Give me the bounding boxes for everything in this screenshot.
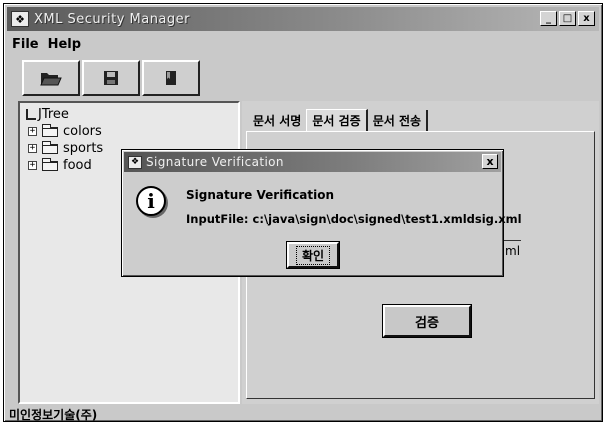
book-icon bbox=[166, 71, 176, 85]
tree-node-colors[interactable]: + colors bbox=[28, 123, 102, 139]
folder-icon bbox=[42, 157, 58, 171]
tree-root-label: JTree bbox=[38, 107, 69, 122]
tree-node-food[interactable]: + food bbox=[28, 157, 92, 173]
minimize-button[interactable]: _ bbox=[540, 11, 557, 26]
signature-verification-dialog: ❖ Signature Verification x i Signature V… bbox=[121, 149, 522, 277]
status-bar: 미인정보기술(주) bbox=[9, 408, 98, 422]
verify-button[interactable]: 검증 bbox=[382, 304, 472, 338]
menu-help[interactable]: Help bbox=[48, 37, 81, 52]
open-folder-icon bbox=[40, 73, 62, 86]
expand-icon[interactable]: + bbox=[28, 161, 37, 170]
expand-icon[interactable]: + bbox=[28, 127, 37, 136]
title-bar[interactable]: ❖ XML Security Manager _ □ x bbox=[7, 7, 599, 31]
tab-strip: 문서 서명 문서 검증 문서 전송 bbox=[248, 109, 429, 131]
tree-node-label: colors bbox=[63, 124, 102, 139]
tab-send[interactable]: 문서 전송 bbox=[368, 110, 429, 131]
folder-icon bbox=[42, 140, 58, 154]
tab-verify[interactable]: 문서 검증 bbox=[306, 109, 368, 131]
tree-node-sports[interactable]: + sports bbox=[28, 140, 104, 156]
maximize-button[interactable]: □ bbox=[559, 11, 576, 26]
dialog-input-file: InputFile: c:\java\sign\doc\signed\test1… bbox=[186, 212, 522, 226]
tree-root[interactable]: JTree bbox=[26, 107, 69, 122]
ok-button-label: 확인 bbox=[295, 245, 331, 265]
toolbar bbox=[22, 60, 200, 96]
open-button[interactable] bbox=[22, 60, 80, 96]
tab-sign[interactable]: 문서 서명 bbox=[248, 110, 306, 131]
ok-button[interactable]: 확인 bbox=[286, 241, 340, 269]
tree-node-label: sports bbox=[63, 141, 104, 156]
dialog-title-bar[interactable]: ❖ Signature Verification x bbox=[124, 152, 501, 172]
folder-icon bbox=[42, 123, 58, 137]
dialog-app-icon: ❖ bbox=[128, 155, 142, 169]
expand-icon[interactable]: + bbox=[28, 144, 37, 153]
dialog-message: Signature Verification bbox=[186, 188, 335, 202]
app-icon: ❖ bbox=[11, 11, 29, 27]
book-button[interactable] bbox=[142, 60, 200, 96]
tree-root-icon bbox=[26, 109, 36, 120]
menu-bar: File Help bbox=[7, 33, 599, 55]
dialog-close-button[interactable]: x bbox=[482, 154, 498, 169]
tree-node-label: food bbox=[63, 158, 92, 173]
menu-file[interactable]: File bbox=[12, 37, 39, 52]
save-button[interactable] bbox=[82, 60, 140, 96]
info-icon: i bbox=[136, 186, 166, 216]
window-title: XML Security Manager bbox=[34, 11, 190, 27]
close-button[interactable]: x bbox=[578, 11, 595, 26]
save-disk-icon bbox=[104, 71, 118, 85]
dialog-title: Signature Verification bbox=[146, 155, 284, 169]
main-window: ❖ XML Security Manager _ □ x File Help J… bbox=[3, 3, 603, 422]
